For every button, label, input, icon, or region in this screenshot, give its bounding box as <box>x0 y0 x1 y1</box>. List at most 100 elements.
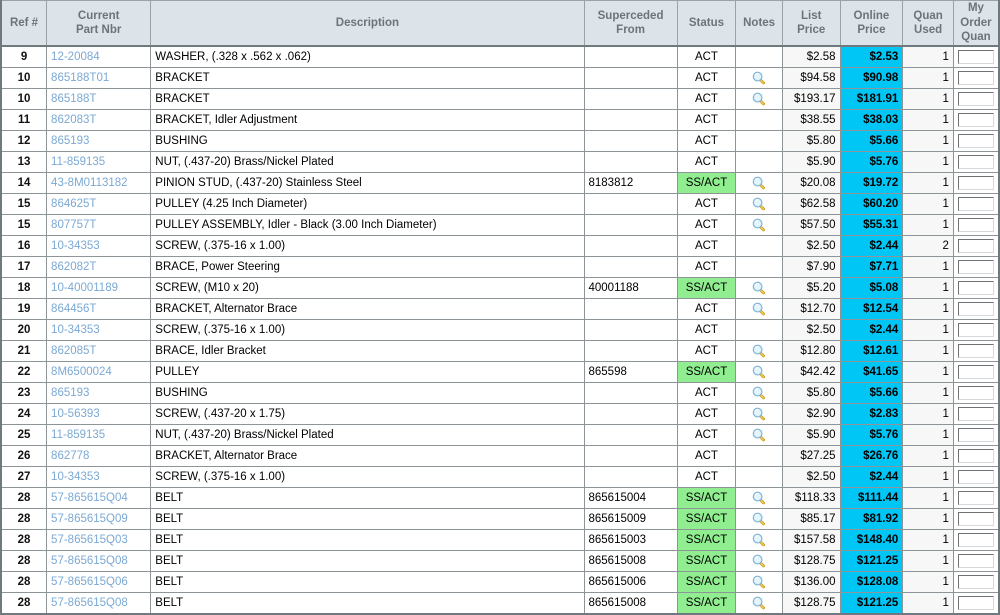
part-number-link[interactable]: 57-865615Q08 <box>46 592 152 615</box>
order-quantity-input[interactable] <box>957 176 994 190</box>
part-number-link[interactable]: 10-56393 <box>46 403 152 425</box>
part-number-link[interactable]: 10-34353 <box>46 466 152 488</box>
part-number-link[interactable]: 864625T <box>46 193 152 215</box>
my-order-quan-cell[interactable] <box>952 319 1000 341</box>
magnifier-icon[interactable] <box>752 428 766 442</box>
notes-cell[interactable] <box>735 193 783 215</box>
my-order-quan-cell[interactable] <box>952 361 1000 383</box>
notes-cell[interactable] <box>735 340 783 362</box>
my-order-quan-cell[interactable] <box>952 88 1000 110</box>
order-quantity-input[interactable] <box>957 323 994 337</box>
column-header-sup[interactable]: Superceded From <box>583 0 678 47</box>
my-order-quan-cell[interactable] <box>952 298 1000 320</box>
magnifier-icon[interactable] <box>752 554 766 568</box>
order-quantity-input[interactable] <box>957 491 994 505</box>
notes-cell[interactable] <box>735 361 783 383</box>
magnifier-icon[interactable] <box>752 491 766 505</box>
part-number-link[interactable]: 862083T <box>46 109 152 131</box>
column-header-ref[interactable]: Ref # <box>0 0 48 47</box>
notes-cell[interactable] <box>735 403 783 425</box>
magnifier-icon[interactable] <box>752 575 766 589</box>
my-order-quan-cell[interactable] <box>952 130 1000 152</box>
order-quantity-input[interactable] <box>957 533 994 547</box>
column-header-status[interactable]: Status <box>676 0 737 47</box>
part-number-link[interactable]: 807757T <box>46 214 152 236</box>
part-number-link[interactable]: 10-34353 <box>46 319 152 341</box>
column-header-notes[interactable]: Notes <box>735 0 783 47</box>
magnifier-icon[interactable] <box>752 533 766 547</box>
my-order-quan-cell[interactable] <box>952 382 1000 404</box>
part-number-link[interactable]: 865193 <box>46 130 152 152</box>
order-quantity-input[interactable] <box>957 344 994 358</box>
magnifier-icon[interactable] <box>752 344 766 358</box>
notes-cell[interactable] <box>735 529 783 551</box>
my-order-quan-cell[interactable] <box>952 214 1000 236</box>
order-quantity-input[interactable] <box>957 470 994 484</box>
my-order-quan-cell[interactable] <box>952 550 1000 572</box>
notes-cell[interactable] <box>735 571 783 593</box>
my-order-quan-cell[interactable] <box>952 508 1000 530</box>
order-quantity-input[interactable] <box>957 512 994 526</box>
notes-cell[interactable] <box>735 382 783 404</box>
order-quantity-input[interactable] <box>957 449 994 463</box>
part-number-link[interactable]: 10-34353 <box>46 235 152 257</box>
order-quantity-input[interactable] <box>957 197 994 211</box>
part-number-link[interactable]: 57-865615Q04 <box>46 487 152 509</box>
magnifier-icon[interactable] <box>752 302 766 316</box>
my-order-quan-cell[interactable] <box>952 46 1000 68</box>
part-number-link[interactable]: 865188T <box>46 88 152 110</box>
my-order-quan-cell[interactable] <box>952 109 1000 131</box>
my-order-quan-cell[interactable] <box>952 151 1000 173</box>
my-order-quan-cell[interactable] <box>952 340 1000 362</box>
order-quantity-input[interactable] <box>957 218 994 232</box>
order-quantity-input[interactable] <box>957 92 994 106</box>
part-number-link[interactable]: 11-859135 <box>46 424 152 446</box>
my-order-quan-cell[interactable] <box>952 256 1000 278</box>
order-quantity-input[interactable] <box>957 260 994 274</box>
part-number-link[interactable]: 43-8M0113182 <box>46 172 152 194</box>
part-number-link[interactable]: 57-865615Q09 <box>46 508 152 530</box>
order-quantity-input[interactable] <box>957 155 994 169</box>
notes-cell[interactable] <box>735 298 783 320</box>
notes-cell[interactable] <box>735 508 783 530</box>
order-quantity-input[interactable] <box>957 386 994 400</box>
notes-cell[interactable] <box>735 487 783 509</box>
part-number-link[interactable]: 862082T <box>46 256 152 278</box>
my-order-quan-cell[interactable] <box>952 445 1000 467</box>
my-order-quan-cell[interactable] <box>952 277 1000 299</box>
order-quantity-input[interactable] <box>957 407 994 421</box>
my-order-quan-cell[interactable] <box>952 424 1000 446</box>
notes-cell[interactable] <box>735 550 783 572</box>
column-header-part[interactable]: Current Part Nbr <box>46 0 152 47</box>
magnifier-icon[interactable] <box>752 512 766 526</box>
order-quantity-input[interactable] <box>957 302 994 316</box>
my-order-quan-cell[interactable] <box>952 571 1000 593</box>
my-order-quan-cell[interactable] <box>952 172 1000 194</box>
order-quantity-input[interactable] <box>957 554 994 568</box>
part-number-link[interactable]: 862778 <box>46 445 152 467</box>
part-number-link[interactable]: 8M6500024 <box>46 361 152 383</box>
magnifier-icon[interactable] <box>752 281 766 295</box>
my-order-quan-cell[interactable] <box>952 193 1000 215</box>
notes-cell[interactable] <box>735 424 783 446</box>
part-number-link[interactable]: 11-859135 <box>46 151 152 173</box>
notes-cell[interactable] <box>735 88 783 110</box>
order-quantity-input[interactable] <box>957 239 994 253</box>
magnifier-icon[interactable] <box>752 71 766 85</box>
my-order-quan-cell[interactable] <box>952 67 1000 89</box>
part-number-link[interactable]: 57-865615Q03 <box>46 529 152 551</box>
magnifier-icon[interactable] <box>752 218 766 232</box>
notes-cell[interactable] <box>735 277 783 299</box>
order-quantity-input[interactable] <box>957 365 994 379</box>
part-number-link[interactable]: 10-40001189 <box>46 277 152 299</box>
order-quantity-input[interactable] <box>957 134 994 148</box>
magnifier-icon[interactable] <box>752 386 766 400</box>
my-order-quan-cell[interactable] <box>952 466 1000 488</box>
magnifier-icon[interactable] <box>752 596 766 610</box>
my-order-quan-cell[interactable] <box>952 592 1000 615</box>
part-number-link[interactable]: 57-865615Q08 <box>46 550 152 572</box>
part-number-link[interactable]: 865188T01 <box>46 67 152 89</box>
my-order-quan-cell[interactable] <box>952 403 1000 425</box>
column-header-online[interactable]: Online Price <box>839 0 904 47</box>
magnifier-icon[interactable] <box>752 92 766 106</box>
